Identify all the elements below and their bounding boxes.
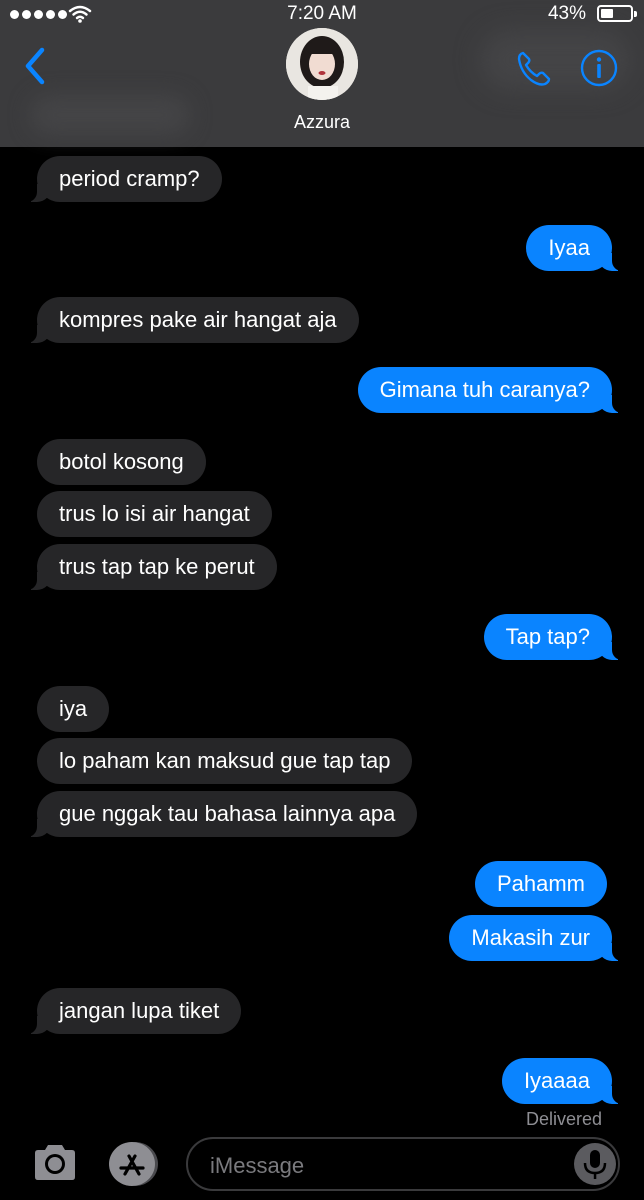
message-bubble-incoming[interactable]: lo paham kan maksud gue tap tap <box>37 738 413 784</box>
message-text: botol kosong <box>59 449 184 474</box>
contact-name[interactable]: Azzura <box>0 112 644 133</box>
avatar-photo <box>286 28 358 100</box>
message-text: Pahamm <box>496 871 585 896</box>
microphone-icon[interactable] <box>574 1143 616 1185</box>
message-text: Tap tap? <box>505 624 590 649</box>
message-text: jangan lupa tiket <box>59 998 220 1023</box>
message-bubble-incoming[interactable]: gue nggak tau bahasa lainnya apa <box>22 791 418 837</box>
message-bubble-incoming[interactable]: botol kosong <box>37 439 206 485</box>
message-bubble-outgoing[interactable]: Iyaa <box>526 225 626 271</box>
message-bubble-outgoing[interactable]: Gimana tuh caranya? <box>357 367 627 413</box>
message-input[interactable]: iMessage <box>186 1137 620 1191</box>
message-bubble-outgoing[interactable]: Pahamm <box>474 861 607 907</box>
camera-icon[interactable] <box>32 1142 78 1182</box>
message-text: trus lo isi air hangat <box>59 501 250 526</box>
message-text: Iyaaaa <box>523 1068 590 1093</box>
message-input-placeholder: iMessage <box>210 1153 305 1178</box>
message-text: kompres pake air hangat aja <box>59 307 337 332</box>
delivery-status: Delivered <box>525 1109 602 1129</box>
message-text: iya <box>59 696 88 721</box>
avatar[interactable] <box>286 28 358 100</box>
message-bubble-outgoing[interactable]: Tap tap? <box>483 614 627 660</box>
message-text: gue nggak tau bahasa lainnya apa <box>59 801 396 826</box>
message-bubble-incoming[interactable]: jangan lupa tiket <box>22 988 242 1034</box>
message-text: period cramp? <box>59 166 200 191</box>
message-bubble-incoming[interactable]: kompres pake air hangat aja <box>23 297 359 343</box>
message-bubble-incoming[interactable]: iya <box>37 686 110 732</box>
message-text: Gimana tuh caranya? <box>379 377 590 402</box>
status-bar: 7:20 AM 43% <box>0 0 644 30</box>
message-bubble-outgoing[interactable]: Makasih zur <box>449 915 626 961</box>
message-bubble-incoming[interactable]: trus lo isi air hangat <box>37 491 272 537</box>
message-bubble-incoming[interactable]: period cramp? <box>23 156 222 202</box>
phone-icon[interactable] <box>514 48 554 88</box>
message-text: lo paham kan maksud gue tap tap <box>59 748 391 773</box>
app-store-icon[interactable] <box>107 1141 159 1187</box>
message-text: Iyaa <box>548 235 590 260</box>
message-text: trus tap tap ke perut <box>59 554 255 579</box>
message-bubble-incoming[interactable]: trus tap tap ke perut <box>23 544 277 590</box>
battery-icon <box>597 5 637 22</box>
message-text: Makasih zur <box>471 925 590 950</box>
message-bubble-outgoing[interactable]: Iyaaaa <box>501 1058 627 1104</box>
info-icon[interactable] <box>579 48 619 88</box>
back-button[interactable] <box>20 44 50 88</box>
battery-percentage: 43% <box>547 3 586 24</box>
